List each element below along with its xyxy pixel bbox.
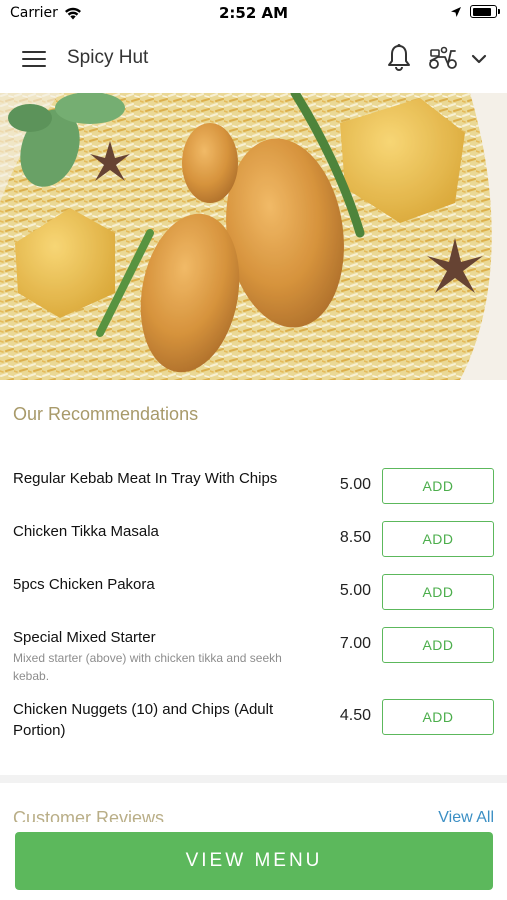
status-bar: Carrier 2:52 AM — [0, 0, 507, 28]
add-button[interactable]: ADD — [382, 574, 494, 610]
scooter-icon[interactable] — [427, 45, 459, 71]
location-arrow-icon — [451, 6, 461, 17]
add-button[interactable]: ADD — [382, 699, 494, 735]
battery-icon — [470, 5, 500, 18]
add-button[interactable]: ADD — [382, 627, 494, 663]
item-name: 5pcs Chicken Pakora — [13, 576, 155, 593]
bottom-bar: VIEW MENU — [0, 822, 507, 900]
item-name: Special Mixed Starter — [13, 629, 156, 646]
item-price: 7.00 — [339, 635, 371, 652]
item-name: Chicken Tikka Masala — [13, 523, 159, 540]
recommendations-title: Our Recommendations — [13, 404, 199, 424]
bell-icon[interactable] — [386, 43, 412, 73]
item-price: 5.00 — [339, 582, 371, 599]
item-price: 5.00 — [339, 476, 371, 493]
status-right — [450, 5, 500, 18]
add-button[interactable]: ADD — [382, 521, 494, 557]
menu-icon[interactable] — [22, 51, 46, 69]
battery-fill — [472, 7, 492, 16]
page-title: Spicy Hut — [67, 47, 149, 68]
view-menu-button[interactable]: VIEW MENU — [15, 832, 493, 890]
item-price: 8.50 — [339, 529, 371, 546]
chevron-down-icon[interactable] — [469, 49, 489, 69]
add-button[interactable]: ADD — [382, 468, 494, 504]
item-name: Regular Kebab Meat In Tray With Chips — [13, 470, 278, 487]
item-description: Mixed starter (above) with chicken tikka… — [13, 651, 282, 683]
section-divider — [0, 775, 507, 783]
status-time: 2:52 AM — [218, 4, 289, 22]
item-name: Chicken Nuggets (10) and Chips (Adult Po… — [13, 701, 274, 739]
hero-image — [0, 93, 507, 380]
app-header: Spicy Hut — [0, 28, 507, 90]
item-price: 4.50 — [339, 707, 371, 724]
